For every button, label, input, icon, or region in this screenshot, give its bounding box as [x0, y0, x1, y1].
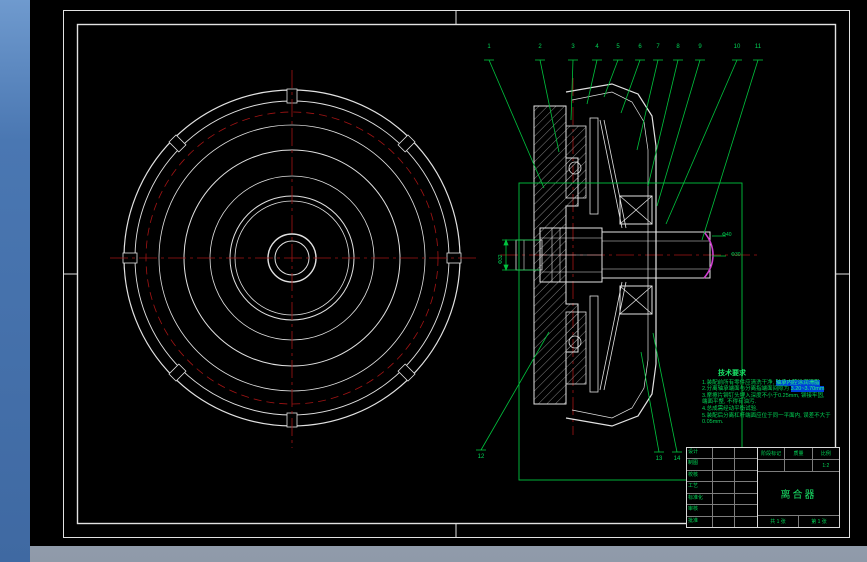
callout-number: 14 [673, 456, 681, 462]
title-block-cell [713, 448, 735, 459]
tech-req-title: 技术要求 [718, 370, 746, 377]
callout-number: 10 [733, 44, 741, 50]
stage-label: 阶段标记 [758, 448, 786, 459]
tech-req-line: 端面平整, 不得有油污. [702, 399, 757, 406]
title-block-cell: 工艺 [687, 482, 713, 493]
title-block-cell [735, 471, 757, 481]
callout-number: 3 [571, 44, 575, 50]
tech-req-line: 2.分离轴承端面与分离指端面间隙为 3.20~3.70mm [702, 386, 825, 393]
title-block-cell [713, 505, 735, 516]
mass-label: 质量 [785, 448, 813, 459]
title-block-cell: 审核 [687, 505, 713, 516]
callout-number: 7 [656, 44, 660, 50]
dimension-label: Φ40 [722, 232, 732, 238]
scale-value: 1:2 [822, 462, 830, 469]
sheet-number: 第 1 张 [811, 519, 827, 525]
title-block-row: 设计 [687, 448, 757, 460]
title-block-cell: 制图 [687, 459, 713, 470]
scale-label: 比例 [820, 451, 831, 457]
title-block: 设计 制图 校核 工艺 标准化 审核 批准 阶段标记 质量 比例 1:2 离合器 共 1 张… [686, 447, 840, 528]
title-block-cell [735, 517, 757, 527]
title-block-cell [713, 493, 735, 505]
callout-number: 11 [754, 44, 762, 50]
callout-number: 5 [616, 44, 620, 50]
tech-req-lines: 1.装配前所有零件应清洗干净, 轴承内腔涂润滑脂 2.分离轴承端面与分离指端面间隙… [702, 379, 844, 426]
callout-number: 13 [655, 456, 663, 462]
title-block-cell [735, 482, 757, 492]
title-block-cell [735, 459, 757, 469]
callout-number: 6 [638, 44, 642, 50]
title-block-cell: 标准化 [687, 493, 713, 505]
callout-number: 12 [477, 454, 485, 460]
title-block-cell [735, 494, 757, 504]
title-block-row: 制图 [687, 459, 757, 471]
title-block-row: 工艺 [687, 482, 757, 494]
title-block-cell [735, 505, 757, 515]
tech-req-line: 5.装配后分离杠杆端面应位于同一平面内, 误差不大于0.05mm. [702, 412, 831, 426]
mass-value [785, 460, 813, 471]
title-block-cell [713, 459, 735, 470]
title-block-row: 校核 [687, 470, 757, 483]
title-block-cell [713, 470, 735, 482]
technical-requirements: 技术要求 1.装配前所有零件应清洗干净, 轴承内腔涂润滑脂 2.分离轴承端面与分离… [702, 370, 844, 426]
title-block-row: 批准 [687, 516, 757, 527]
title-block-cell [713, 516, 735, 527]
title-block-left-grid: 设计 制图 校核 工艺 标准化 审核 批准 [687, 448, 758, 527]
title-block-cell: 设计 [687, 448, 713, 459]
title-block-cell [713, 482, 735, 493]
dimension-label: Φ32 [498, 254, 504, 264]
title-block-cell: 批准 [687, 516, 713, 527]
title-block-cell: 校核 [687, 470, 713, 482]
sheet-total: 共 1 张 [758, 516, 799, 527]
stage-value [758, 460, 786, 471]
callout-number: 1 [487, 44, 491, 50]
left-panel-strip [0, 0, 30, 562]
title-block-right: 阶段标记 质量 比例 1:2 离合器 共 1 张 第 1 张 [758, 448, 839, 527]
title-block-cell [735, 448, 757, 458]
dimension-label: Φ30 [731, 252, 741, 258]
title-block-row: 审核 [687, 505, 757, 517]
callout-number: 8 [676, 44, 680, 50]
callout-number: 9 [698, 44, 702, 50]
callout-number: 4 [595, 44, 599, 50]
tech-req-line: 4.总成需经动平衡试验. [702, 405, 758, 412]
callout-number: 2 [538, 44, 542, 50]
page: 技术要求 1.装配前所有零件应清洗干净, 轴承内腔涂润滑脂 2.分离轴承端面与分离… [0, 0, 867, 562]
title-block-row: 标准化 [687, 493, 757, 506]
part-name: 离合器 [758, 472, 839, 516]
